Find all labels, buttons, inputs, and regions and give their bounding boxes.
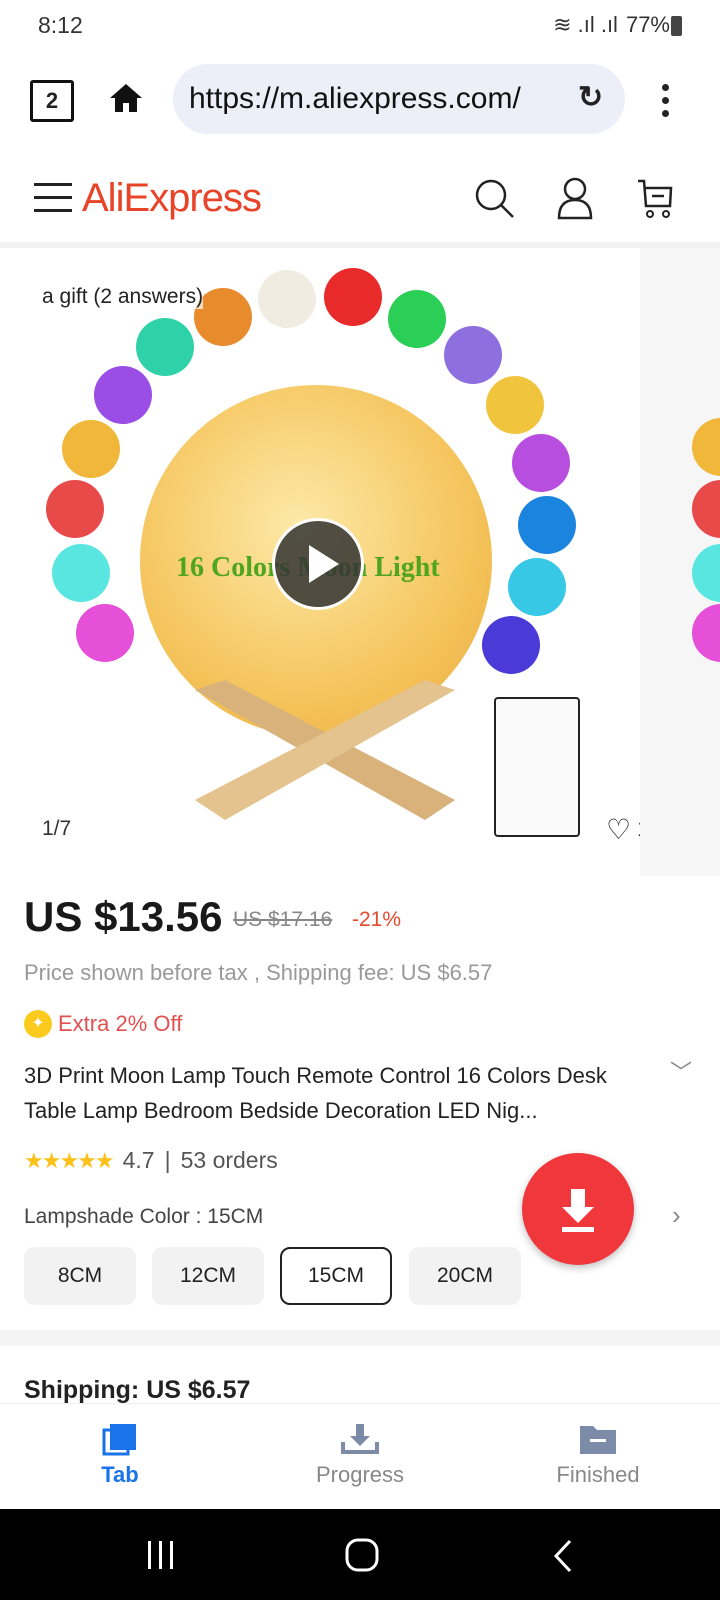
system-nav-bar — [0, 1509, 720, 1600]
cart-icon[interactable] — [636, 178, 674, 220]
rating-value: 4.7 — [122, 1147, 155, 1173]
home-icon[interactable] — [108, 82, 144, 114]
back-icon[interactable] — [552, 1539, 574, 1573]
nav-finished[interactable]: Finished — [518, 1422, 678, 1488]
rating-row[interactable]: ★★★★★ 4.7 | 53 orders — [24, 1147, 278, 1174]
expand-title-icon[interactable]: ﹀ — [670, 1055, 692, 1087]
nav-tab[interactable]: Tab — [40, 1422, 200, 1488]
variant-label: Lampshade Color : 15CM — [24, 1205, 264, 1228]
wooden-stand-image — [195, 680, 455, 820]
battery-percent: 77% — [625, 12, 670, 37]
folder-icon — [580, 1426, 616, 1454]
divider — [0, 1330, 720, 1346]
price: US $13.56 — [24, 893, 223, 940]
account-icon[interactable] — [556, 176, 594, 220]
orders-count: 53 orders — [180, 1147, 278, 1173]
menu-icon[interactable] — [34, 183, 72, 222]
option-15cm[interactable]: 15CM — [280, 1247, 392, 1305]
play-video-button[interactable] — [272, 518, 364, 610]
option-12cm[interactable]: 12CM — [152, 1247, 264, 1305]
nav-progress[interactable]: Progress — [280, 1422, 440, 1488]
star-rating-icon: ★★★★★ — [24, 1147, 115, 1173]
image-counter: 1/7 — [42, 817, 72, 840]
original-price: US $17.16 — [233, 908, 333, 931]
search-icon[interactable] — [474, 178, 516, 220]
extra-off-label: Extra 2% Off — [58, 1011, 183, 1036]
status-bar: 8:12 ≋ .ıl .ıl 77% — [0, 0, 720, 50]
download-button[interactable] — [522, 1153, 634, 1265]
remote-control-image — [494, 697, 580, 837]
status-icons: ≋ .ıl .ıl 77% — [553, 12, 670, 38]
home-nav-icon[interactable] — [344, 1537, 380, 1573]
status-time: 8:12 — [38, 12, 83, 38]
separator: | — [164, 1147, 171, 1173]
extra-off-badge[interactable]: ✦ Extra 2% Off — [24, 1010, 182, 1038]
shipping-heading: Shipping: US $6.57 — [24, 1376, 251, 1404]
aliexpress-logo[interactable]: AliExpress — [82, 176, 262, 221]
wifi-icon: ≋ .ıl .ıl — [553, 12, 618, 37]
tab-icon — [102, 1424, 136, 1456]
heart-icon: ♡ — [606, 813, 632, 845]
coin-icon: ✦ — [24, 1010, 52, 1038]
chevron-right-icon[interactable]: › — [672, 1200, 681, 1231]
tax-note: Price shown before tax , Shipping fee: U… — [24, 960, 493, 985]
product-title: 3D Print Moon Lamp Touch Remote Control … — [24, 1063, 607, 1123]
more-menu-icon[interactable] — [662, 84, 670, 123]
discount-badge: -21% — [352, 908, 402, 931]
next-image-preview[interactable] — [640, 248, 720, 876]
battery-icon — [671, 16, 682, 36]
download-icon — [562, 1189, 594, 1232]
option-8cm[interactable]: 8CM — [24, 1247, 136, 1305]
recent-apps-icon[interactable] — [146, 1539, 176, 1571]
reload-icon[interactable]: ↻ — [578, 80, 603, 115]
bottom-nav: Tab Progress Finished — [0, 1403, 720, 1509]
option-20cm[interactable]: 20CM — [409, 1247, 521, 1305]
qa-overlay[interactable]: a gift (2 answers) — [42, 285, 204, 309]
tab-switcher-button[interactable]: 2 — [30, 80, 74, 122]
download-icon — [341, 1424, 379, 1454]
url-bar[interactable]: https://m.aliexpress.com/ — [173, 64, 625, 134]
